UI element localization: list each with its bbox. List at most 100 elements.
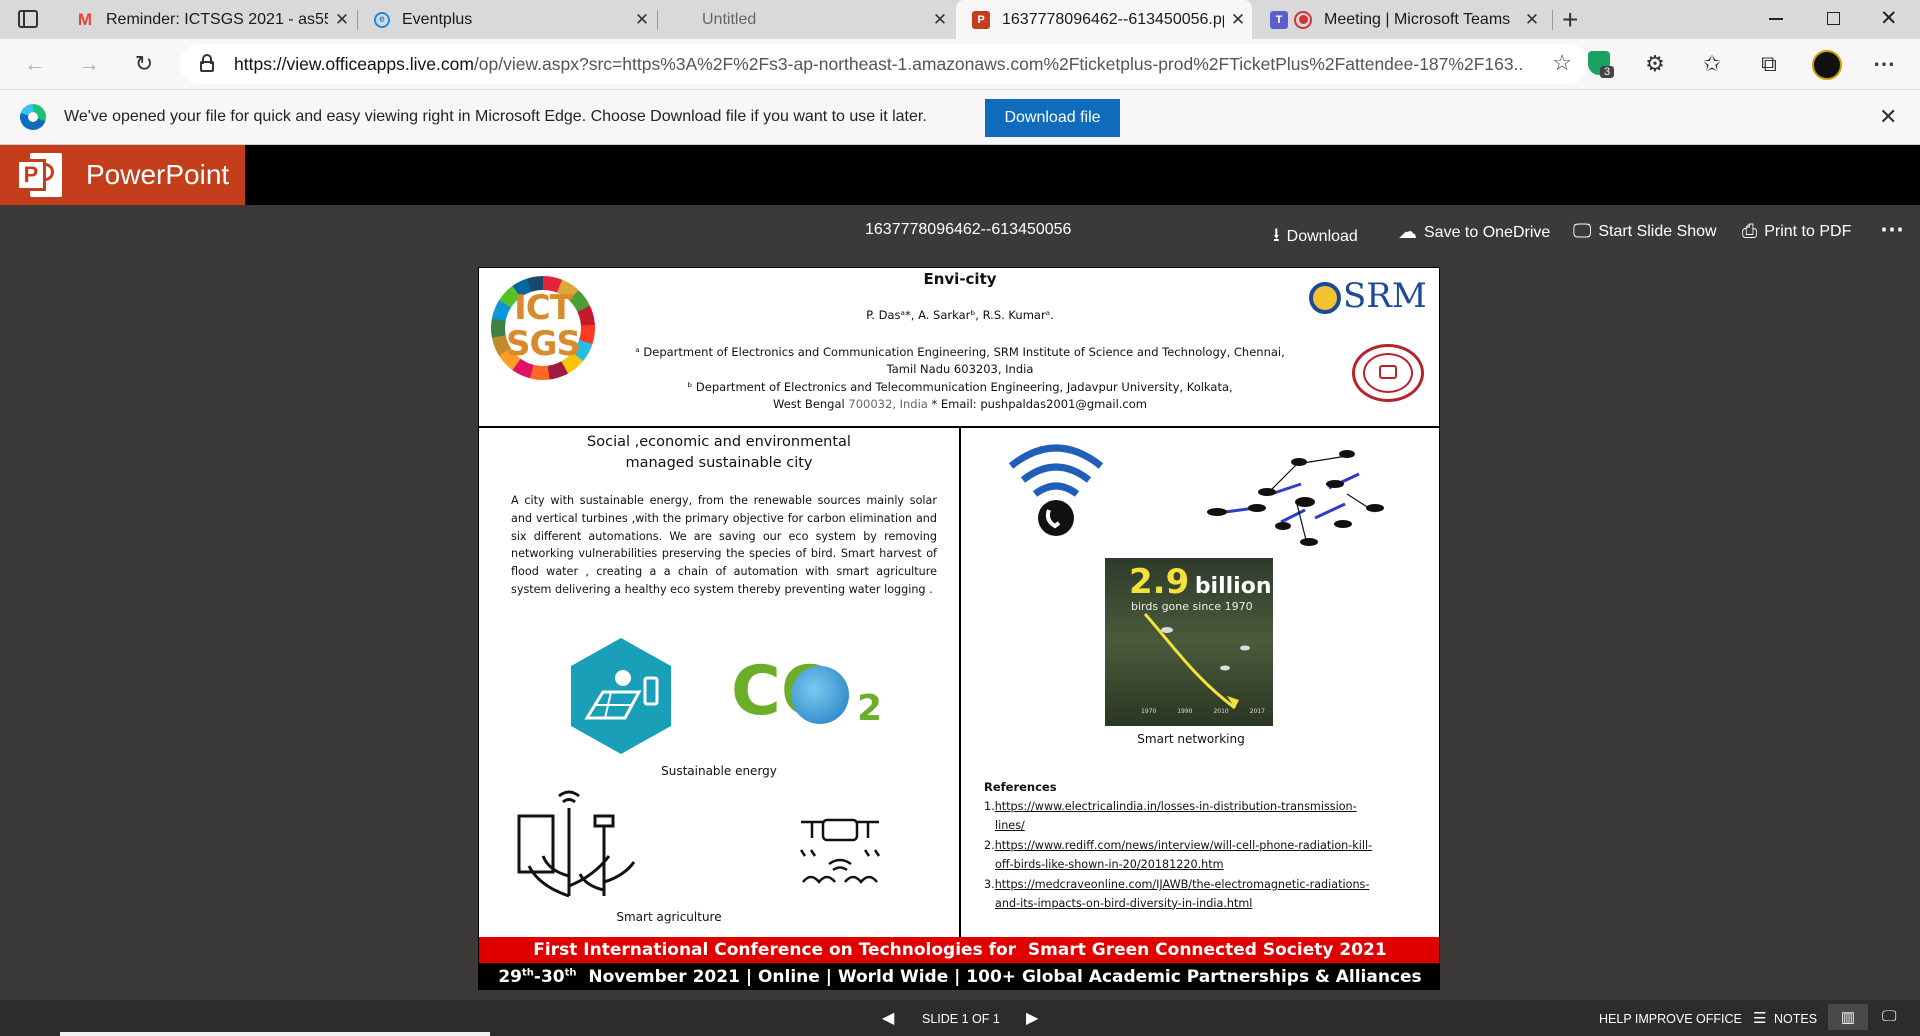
tab-title: Untitled — [702, 10, 757, 28]
forward-icon[interactable]: → — [72, 47, 106, 81]
reference-link-continued[interactable]: off-birds-like-shown-in-20/20181220.htm — [984, 856, 1434, 875]
more-menu-icon[interactable]: ⋯ — [1867, 47, 1901, 81]
browser-toolbar: ← → ↻ https://view.officeapps.live.com/o… — [0, 39, 1920, 89]
srm-emblem-icon — [1309, 282, 1341, 314]
app-brand[interactable]: P PowerPoint — [0, 145, 245, 205]
lock-icon[interactable] — [200, 54, 214, 72]
back-icon[interactable]: ← — [18, 47, 52, 81]
solar-energy-icon — [567, 636, 675, 756]
save-onedrive-label: Save to OneDrive — [1424, 223, 1551, 241]
powerpoint-icon: P — [972, 10, 990, 29]
reading-view-icon[interactable]: ▥ — [1828, 1004, 1868, 1030]
extension-badge: 3 — [1600, 66, 1615, 78]
help-improve-office[interactable]: HELP IMPROVE OFFICE — [1599, 1012, 1742, 1026]
date-start-suffix: th — [522, 967, 534, 979]
edge-logo-icon — [20, 104, 46, 130]
ictsgs-logo: ICT SGS — [491, 276, 595, 380]
references-list: 1.https://www.electricalindia.in/losses-… — [984, 798, 1434, 913]
reference-link-continued[interactable]: lines/ — [984, 817, 1434, 836]
axis-tick: 2017 — [1249, 708, 1265, 715]
slide-title: Envi-city — [923, 270, 997, 288]
axis-tick: 1970 — [1141, 708, 1157, 715]
reference-item: 3.https://medcraveonline.com/IJAWB/the-e… — [984, 876, 1434, 913]
collections-icon[interactable]: ⧉ — [1752, 47, 1786, 81]
slideshow-icon: 🖵 — [1573, 221, 1592, 242]
download-file-button[interactable]: Download file — [985, 99, 1120, 137]
url-path: /op/view.aspx?src=https%3A%2F%2Fs3-ap-no… — [473, 53, 1524, 74]
notes-icon[interactable]: ☰ — [1753, 1009, 1766, 1027]
save-onedrive-command[interactable]: ☁ Save to OneDrive — [1398, 221, 1550, 244]
printer-icon: ⎙ — [1742, 221, 1758, 242]
address-bar[interactable]: https://view.officeapps.live.com/op/view… — [180, 44, 1588, 84]
reference-link[interactable]: https://www.rediff.com/news/interview/wi… — [995, 839, 1372, 852]
wifi-phone-icon — [1007, 444, 1105, 540]
tab-untitled[interactable]: Untitled ✕ — [658, 0, 954, 39]
close-tab-icon[interactable]: ✕ — [628, 10, 656, 30]
tab-gmail[interactable]: M Reminder: ICTSGS 2021 - as5539 ✕ — [60, 0, 356, 39]
jadavpur-seal-icon — [1352, 344, 1424, 402]
new-tab-icon[interactable]: + — [1562, 4, 1578, 36]
reference-link[interactable]: https://medcraveonline.com/IJAWB/the-ele… — [995, 878, 1370, 891]
affiliation-2-line-2: West Bengal 700032, India * Email: pushp… — [599, 396, 1321, 413]
affiliation-2-postcode: 700032, India — [848, 397, 928, 411]
conference-dates: 29th-30th November 2021 | Online | World… — [498, 967, 1421, 987]
co2-graphic: CO 2 — [731, 652, 891, 742]
app-name: PowerPoint — [86, 159, 230, 190]
notes-toggle[interactable]: NOTES — [1774, 1012, 1817, 1026]
reference-link-continued[interactable]: and-its-impacts-on-bird-diversity-in-ind… — [984, 895, 1434, 914]
globe-icon — [791, 666, 849, 724]
co2-subscript: 2 — [857, 688, 883, 729]
tab-eventplus[interactable]: e Eventplus ✕ — [358, 0, 656, 39]
slide-indicator: SLIDE 1 OF 1 — [922, 1012, 1000, 1026]
tab-title: Eventplus — [402, 10, 473, 28]
download-command[interactable]: ⭳ Download — [1273, 221, 1358, 253]
srm-logo: SRM — [1309, 276, 1429, 326]
slideshow-view-icon[interactable]: 🖵 — [1882, 1008, 1896, 1025]
slide-canvas[interactable]: Envi-city P. Dasᵃ*, A. Sarkarᵇ, R.S. Kum… — [478, 267, 1440, 990]
cloud-upload-icon: ☁ — [1398, 222, 1417, 243]
tab-title: 1637778096462--613450056.ppt — [1002, 10, 1224, 28]
start-slideshow-command[interactable]: 🖵 Start Slide Show — [1573, 221, 1717, 243]
close-tab-icon[interactable]: ✕ — [1224, 10, 1252, 30]
reference-line: 1.https://www.electricalindia.in/losses-… — [984, 798, 1434, 817]
reference-item: 2.https://www.rediff.com/news/interview/… — [984, 837, 1434, 874]
reference-number: 1. — [984, 800, 995, 813]
close-tab-icon[interactable]: ✕ — [926, 10, 954, 30]
close-tab-icon[interactable]: ✕ — [328, 10, 356, 30]
more-commands-icon[interactable]: ⋯ — [1880, 215, 1904, 244]
file-name: 1637778096462--613450056 — [865, 221, 1072, 238]
command-bar: 1637778096462--613450056 ⭳ Download ☁ Sa… — [0, 205, 1920, 257]
smart-farm-icon — [509, 786, 639, 906]
slideshow-label: Start Slide Show — [1598, 223, 1717, 240]
close-tab-icon[interactable]: ✕ — [1518, 10, 1546, 30]
affiliation-2-state: West Bengal — [773, 397, 849, 411]
previous-slide-icon[interactable]: ◀ — [882, 1008, 894, 1028]
next-slide-icon[interactable]: ▶ — [1026, 1008, 1038, 1028]
reference-number: 2. — [984, 839, 995, 852]
section-heading-line-1: Social ,economic and environmental — [587, 434, 851, 450]
add-favorite-icon[interactable]: ☆ — [1552, 50, 1572, 76]
download-icon: ⭳ — [1273, 225, 1280, 246]
refresh-icon[interactable]: ↻ — [127, 47, 161, 81]
affiliation-1-line-1: ᵃ Department of Electronics and Communic… — [635, 345, 1285, 359]
caption-smart-networking: Smart networking — [1137, 732, 1245, 746]
close-window-icon[interactable]: ✕ — [1880, 6, 1898, 31]
print-pdf-command[interactable]: ⎙ Print to PDF — [1742, 221, 1851, 243]
restore-icon[interactable] — [1827, 12, 1840, 25]
profile-avatar[interactable] — [1812, 50, 1842, 80]
reference-link[interactable]: https://www.electricalindia.in/losses-in… — [995, 800, 1357, 813]
tab-actions-icon[interactable] — [18, 10, 38, 28]
extensions-icon[interactable]: ⚙ — [1638, 47, 1672, 81]
app-header: P PowerPoint — [0, 145, 1920, 205]
tab-powerpoint-file[interactable]: P 1637778096462--613450056.ppt ✕ — [956, 0, 1252, 39]
url-text[interactable]: https://view.officeapps.live.com/op/view… — [234, 54, 1524, 75]
tab-teams[interactable]: T Meeting | Microsoft Teams ✕ — [1254, 0, 1546, 39]
tab-title: Reminder: ICTSGS 2021 - as5539 — [106, 10, 328, 28]
download-label: Download — [1286, 228, 1358, 245]
axis-tick: 2010 — [1213, 708, 1229, 715]
minimize-icon[interactable] — [1769, 18, 1783, 20]
close-infobar-icon[interactable]: ✕ — [1879, 104, 1897, 130]
favorites-icon[interactable]: ✩ — [1695, 47, 1729, 81]
teams-icon: T — [1270, 10, 1288, 29]
conference-banner: First International Conference on Techno… — [479, 937, 1439, 963]
